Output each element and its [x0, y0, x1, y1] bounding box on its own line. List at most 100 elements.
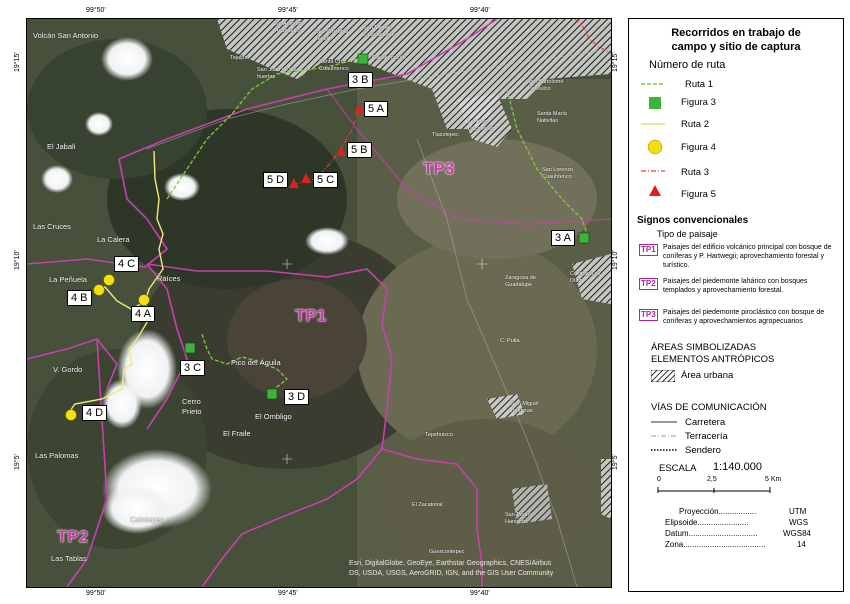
- place-name: Tlacotepec: [432, 132, 459, 138]
- urban-area-hatch-icon: [651, 370, 675, 382]
- place-name: San Cristóbal Tecolit: [315, 29, 349, 42]
- place-name: Pico del Águila: [231, 358, 281, 367]
- place-name: Sn Antonio Acahualco: [275, 21, 302, 34]
- place-name: V. Gordo: [53, 365, 83, 374]
- fig4-marker-4c[interactable]: [103, 274, 115, 286]
- place-name: Santa María Nativitas: [537, 111, 567, 124]
- place-name: San Pedro Hanixco: [505, 512, 531, 525]
- coord-left-1: 19°15': [14, 52, 21, 72]
- ellipsoid-value: WGS: [789, 518, 809, 527]
- attribution-line-1: Esri, DigitalGlobe, GeoEye, Earthstar Ge…: [349, 560, 552, 567]
- coord-bottom-3: 99°40': [470, 590, 490, 597]
- marker-label-5c: 5 C: [313, 172, 339, 188]
- scale-tick-end: 5 Km: [765, 476, 782, 483]
- legend-title-line1: Recorridos en trabajo de: [671, 27, 801, 39]
- scale-label: ESCALA: [659, 463, 697, 474]
- legend-fig5: Figura 5: [681, 189, 716, 200]
- fig4-circle-icon: [647, 139, 663, 155]
- fig3-marker-3d[interactable]: [266, 388, 278, 400]
- place-name: Las Palomas: [35, 451, 79, 460]
- place-name: San Miguel Zinacantepec: [363, 25, 397, 38]
- signs-heading: Signos convencionales: [637, 215, 749, 226]
- fig3-square-icon: [649, 97, 661, 109]
- place-name: El Fraile: [223, 429, 251, 438]
- datum-value: WGS84: [783, 529, 812, 538]
- fig4-marker-4a[interactable]: [138, 294, 150, 306]
- scale-value: 1:140.000: [713, 461, 762, 473]
- ellipsoid-key: Elipsoide.......................: [665, 518, 749, 527]
- coord-top-2: 99°45': [278, 7, 298, 14]
- legend-urban: Área urbana: [681, 370, 734, 381]
- place-name: Guescontepec: [429, 549, 465, 555]
- proj-value: UTM: [789, 507, 807, 516]
- legend-title-line2: campo y sitio de captura: [671, 41, 801, 53]
- fig3-marker-3b[interactable]: [357, 53, 369, 65]
- fig5-marker-5a[interactable]: [354, 104, 364, 114]
- legend-road-symbols: [651, 421, 677, 451]
- place-name: Tepehuixco: [425, 432, 453, 438]
- legend-trail: Sendero: [685, 445, 721, 456]
- proj-key: Proyección.................: [679, 507, 757, 516]
- place-name: El Jabalí: [47, 142, 76, 151]
- place-name: San Juan de las huertas: [257, 67, 297, 80]
- legend-fig3: Figura 3: [681, 97, 716, 108]
- coord-top-1: 99°50': [86, 7, 106, 14]
- marker-label-5a: 5 A: [364, 101, 388, 117]
- place-name: Calimaya de Díaz: [570, 271, 601, 284]
- marker-label-5b: 5 B: [347, 142, 372, 158]
- marker-label-3d: 3 D: [284, 389, 310, 405]
- fig3-marker-3a[interactable]: [578, 232, 590, 244]
- place-name: San Miguel Balderas: [511, 401, 539, 414]
- place-name: Calotepec: [130, 515, 164, 524]
- coord-top-3: 99°40': [470, 7, 490, 14]
- fig4-marker-4d[interactable]: [65, 409, 77, 421]
- fig5-marker-5d[interactable]: [289, 178, 299, 188]
- zone-tp2: TP2: [57, 527, 89, 546]
- place-name: La Calera: [97, 235, 130, 244]
- map-frame[interactable]: Volcán San Antonio El Jabalí Las Cruces …: [26, 18, 612, 588]
- fig4-marker-4b[interactable]: [93, 284, 105, 296]
- marker-label-4b: 4 B: [67, 290, 92, 306]
- tp3-description: Paisajes del piedemonte piroclástico con…: [663, 309, 825, 325]
- areas-heading-2: ELEMENTOS ANTRÓPICOS: [651, 354, 775, 365]
- coord-bottom-1: 99°50': [86, 590, 106, 597]
- coord-left-3: 19°5': [14, 454, 21, 470]
- landscape-heading: Tipo de paisaje: [657, 229, 718, 239]
- tp2-swatch: TP2: [639, 278, 658, 290]
- routes-heading: Número de ruta: [649, 59, 726, 71]
- fig5-marker-5c[interactable]: [301, 173, 311, 183]
- place-name: Tejalpa: [230, 55, 248, 61]
- scale-tick-0: 0: [657, 476, 661, 483]
- legend-ruta3: Ruta 3: [681, 167, 709, 178]
- scale-tick-mid: 2,5: [707, 476, 717, 483]
- datum-key: Datum...............................: [665, 529, 758, 538]
- place-name: C. Putla: [500, 338, 520, 344]
- place-name: Volcán San Antonio: [33, 31, 99, 40]
- zone-value: 14: [797, 540, 806, 549]
- place-name: La Peñuela: [49, 275, 87, 284]
- zone-key: Zona....................................…: [665, 540, 766, 549]
- place-name: San Bartolomé Tlatelulco: [527, 79, 564, 92]
- tp2-description: Paisajes del piedemonte lahárico con bos…: [663, 278, 808, 294]
- place-name: Las Tablas: [51, 554, 87, 563]
- map-legend: Recorridos en trabajo de campo y sitio d…: [628, 18, 844, 592]
- fig5-triangle-icon: [649, 185, 661, 196]
- coord-left-2: 19°10': [14, 250, 21, 270]
- legend-ruta2: Ruta 2: [681, 119, 709, 130]
- place-name: El Zacatonal: [412, 502, 443, 508]
- marker-label-5d: 5 D: [263, 172, 289, 188]
- fig3-marker-3c[interactable]: [184, 342, 196, 354]
- areas-heading-1: ÁREAS SIMBOLIZADAS: [651, 342, 757, 353]
- marker-label-3c: 3 C: [180, 360, 206, 376]
- legend-ruta1: Ruta 1: [685, 79, 713, 90]
- coord-bottom-2: 99°45': [278, 590, 298, 597]
- coord-right-2: 19°10': [612, 250, 619, 270]
- place-name: El Ombligo: [255, 412, 292, 421]
- marker-label-4c: 4 C: [114, 256, 140, 272]
- marker-label-4d: 4 D: [82, 405, 108, 421]
- legend-dirt-road: Terracería: [685, 431, 728, 442]
- coord-right-1: 19°15': [612, 52, 619, 72]
- tp1-swatch: TP1: [639, 244, 658, 256]
- place-name: Santiago Tlacotepec: [467, 119, 494, 132]
- fig5-marker-5b[interactable]: [336, 146, 346, 156]
